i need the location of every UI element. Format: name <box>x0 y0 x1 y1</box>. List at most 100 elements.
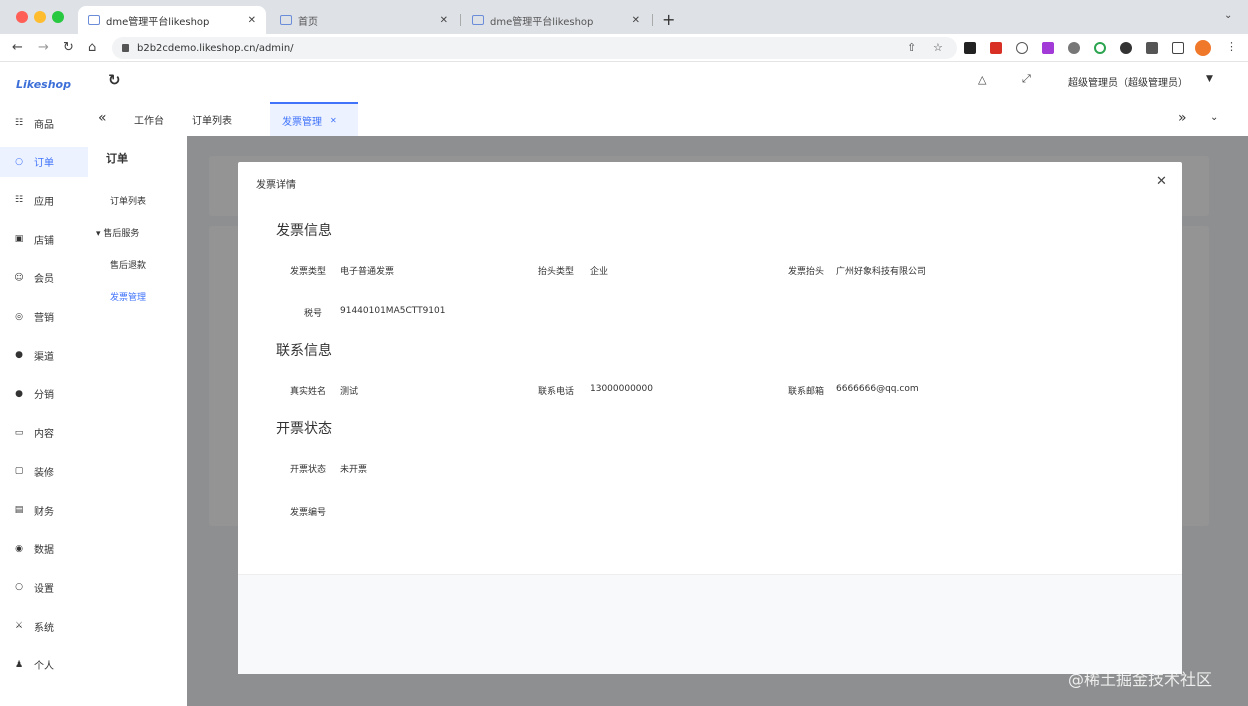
tab-workbench[interactable]: 工作台 <box>122 102 176 136</box>
extension-icon[interactable] <box>964 42 976 54</box>
close-icon[interactable]: ✕ <box>632 15 640 26</box>
sidebar-item[interactable]: ▤ 财务 <box>0 495 88 525</box>
sidebar-item[interactable]: ○ 订单 <box>0 146 88 177</box>
sidebar-item[interactable]: ● 渠道 <box>0 340 88 370</box>
menu-icon: ▭ <box>14 427 24 438</box>
submenu-item-refund[interactable]: 售后退款 <box>110 258 146 271</box>
caret-down-icon[interactable]: ▼ <box>1206 74 1213 84</box>
tab-order-list[interactable]: 订单列表 <box>180 102 244 136</box>
sidebar-item[interactable]: ◉ 数据 <box>0 534 88 564</box>
field-value-invoice-header: 广州好象科技有限公司 <box>836 267 927 277</box>
sidebar-item[interactable]: ▭ 内容 <box>0 418 88 448</box>
user-menu[interactable]: 超级管理员（超级管理员） <box>1068 74 1188 89</box>
share-icon[interactable]: ⇧ <box>907 41 916 54</box>
menu-icon: ◉ <box>15 543 23 554</box>
extension-icon[interactable] <box>1068 42 1080 54</box>
extension-icon[interactable] <box>1042 42 1054 54</box>
field-value-status: 未开票 <box>340 465 368 475</box>
window-zoom-control[interactable] <box>52 11 64 23</box>
sidebar-item[interactable]: ☺ 会员 <box>0 263 88 293</box>
menu-icon: ▤ <box>14 505 24 515</box>
browser-tab-3[interactable]: dme管理平台likeshop ✕ <box>462 6 650 34</box>
tab-label: 发票管理 <box>282 116 322 128</box>
refresh-icon[interactable]: ↻ <box>108 71 121 89</box>
sidebar-item-label: 订单 <box>34 158 54 170</box>
tab-divider <box>460 14 461 26</box>
field-value-real-name: 测试 <box>340 387 359 397</box>
field-value-email: 6666666@qq.com <box>836 384 919 394</box>
home-icon[interactable]: ⌂ <box>88 40 96 55</box>
app-header: ↻ △ ⤢ 超级管理员（超级管理员） ▼ <box>88 62 1248 102</box>
sidebar-item[interactable]: ☷ 商品 <box>0 108 88 138</box>
sidebar-item-label: 财务 <box>34 506 54 518</box>
extension-icon[interactable] <box>990 42 1002 54</box>
section-title-invoice-info: 发票信息 <box>276 223 332 239</box>
bell-icon[interactable]: △ <box>978 73 986 86</box>
close-icon[interactable]: ✕ <box>330 116 337 125</box>
sidebar-item-label: 内容 <box>34 429 54 441</box>
sidebar-item[interactable]: ▢ 装修 <box>0 456 88 486</box>
menu-icon: ♟ <box>14 659 24 670</box>
menu-icon: ● <box>15 350 23 361</box>
scroll-tabs-right-icon[interactable]: » <box>1178 110 1187 126</box>
sidebar-item[interactable]: ♟ 个人 <box>0 650 88 680</box>
sidebar-item[interactable]: ● 分销 <box>0 379 88 409</box>
browser-tab-title: 首页 <box>298 16 318 28</box>
close-icon[interactable]: ✕ <box>1156 174 1167 189</box>
sidebar-item[interactable]: ○ 设置 <box>0 572 88 602</box>
sidebar-item-label: 店铺 <box>34 235 54 247</box>
menu-icon: ▣ <box>14 234 24 245</box>
sidebar-item-label: 商品 <box>34 119 54 131</box>
sidebar-item-label: 系统 <box>34 622 54 634</box>
submenu-item-invoice[interactable]: 发票管理 <box>110 290 146 303</box>
field-value-invoice-type: 电子普通发票 <box>340 267 395 277</box>
puzzle-icon[interactable] <box>1146 42 1158 54</box>
browser-tab-1[interactable]: dme管理平台likeshop ✕ <box>78 6 266 34</box>
close-icon[interactable]: ✕ <box>248 15 256 26</box>
address-url: b2b2cdemo.likeshop.cn/admin/ <box>137 42 294 54</box>
extension-icon[interactable] <box>1120 42 1132 54</box>
menu-icon: ☷ <box>14 195 24 206</box>
forward-arrow-icon[interactable]: → <box>38 40 49 55</box>
extension-icon[interactable] <box>1016 42 1028 54</box>
more-vertical-icon[interactable]: ⋮ <box>1226 40 1237 53</box>
window-close-control[interactable] <box>16 11 28 23</box>
back-arrow-icon[interactable]: ← <box>12 40 23 55</box>
menu-icon: ▢ <box>14 466 24 477</box>
field-label-invoice-number: 发票编号 <box>289 508 326 518</box>
app-logo: Likeshop <box>16 78 71 91</box>
collapse-sidebar-icon[interactable]: « <box>98 110 107 126</box>
address-bar[interactable]: b2b2cdemo.likeshop.cn/admin/ <box>112 37 957 59</box>
watermark-text: @稀土掘金技术社区 <box>1068 670 1213 689</box>
fullscreen-icon[interactable]: ⤢ <box>1022 72 1031 86</box>
page-favicon-icon <box>280 15 292 25</box>
tab-divider <box>652 14 653 26</box>
section-title-invoicing-status: 开票状态 <box>276 421 332 437</box>
sidepanel-icon[interactable] <box>1172 42 1184 54</box>
field-label-header-type: 抬头类型 <box>537 267 574 277</box>
sidebar-item[interactable]: ☷ 应用 <box>0 185 88 215</box>
invoice-detail-dialog: 发票详情 ✕ 发票信息 发票类型 电子普通发票 抬头类型 企业 发票抬头 广州好… <box>238 162 1182 674</box>
close-icon[interactable]: ✕ <box>440 15 448 26</box>
sidebar-item-label: 数据 <box>34 545 54 557</box>
sidebar-item[interactable]: ◎ 营销 <box>0 302 88 332</box>
tab-invoice-management[interactable]: 发票管理 ✕ <box>270 102 358 136</box>
sidebar-item-label: 设置 <box>34 583 54 595</box>
extension-icon[interactable] <box>1094 42 1106 54</box>
section-title-contact-info: 联系信息 <box>276 343 332 359</box>
new-tab-button[interactable]: + <box>662 10 675 29</box>
reload-icon[interactable]: ↻ <box>63 40 74 55</box>
field-label-invoice-header: 发票抬头 <box>787 267 824 277</box>
sidebar-item[interactable]: ▣ 店铺 <box>0 224 88 254</box>
sidebar-item[interactable]: ⚔ 系统 <box>0 611 88 641</box>
profile-avatar[interactable] <box>1195 40 1211 56</box>
submenu-item-order-list[interactable]: 订单列表 <box>110 194 146 207</box>
chevron-down-icon[interactable]: ⌄ <box>1210 112 1218 123</box>
submenu-group-after-sales[interactable]: ▾ 售后服务 <box>96 226 139 239</box>
bookmark-star-icon[interactable]: ☆ <box>933 41 943 54</box>
menu-icon: ☺ <box>14 272 24 283</box>
tab-search-icon[interactable]: ⌄ <box>1224 10 1232 21</box>
field-value-tax-id: 91440101MA5CTT9101 <box>340 306 446 316</box>
window-minimize-control[interactable] <box>34 11 46 23</box>
browser-tab-2[interactable]: 首页 ✕ <box>270 6 458 34</box>
